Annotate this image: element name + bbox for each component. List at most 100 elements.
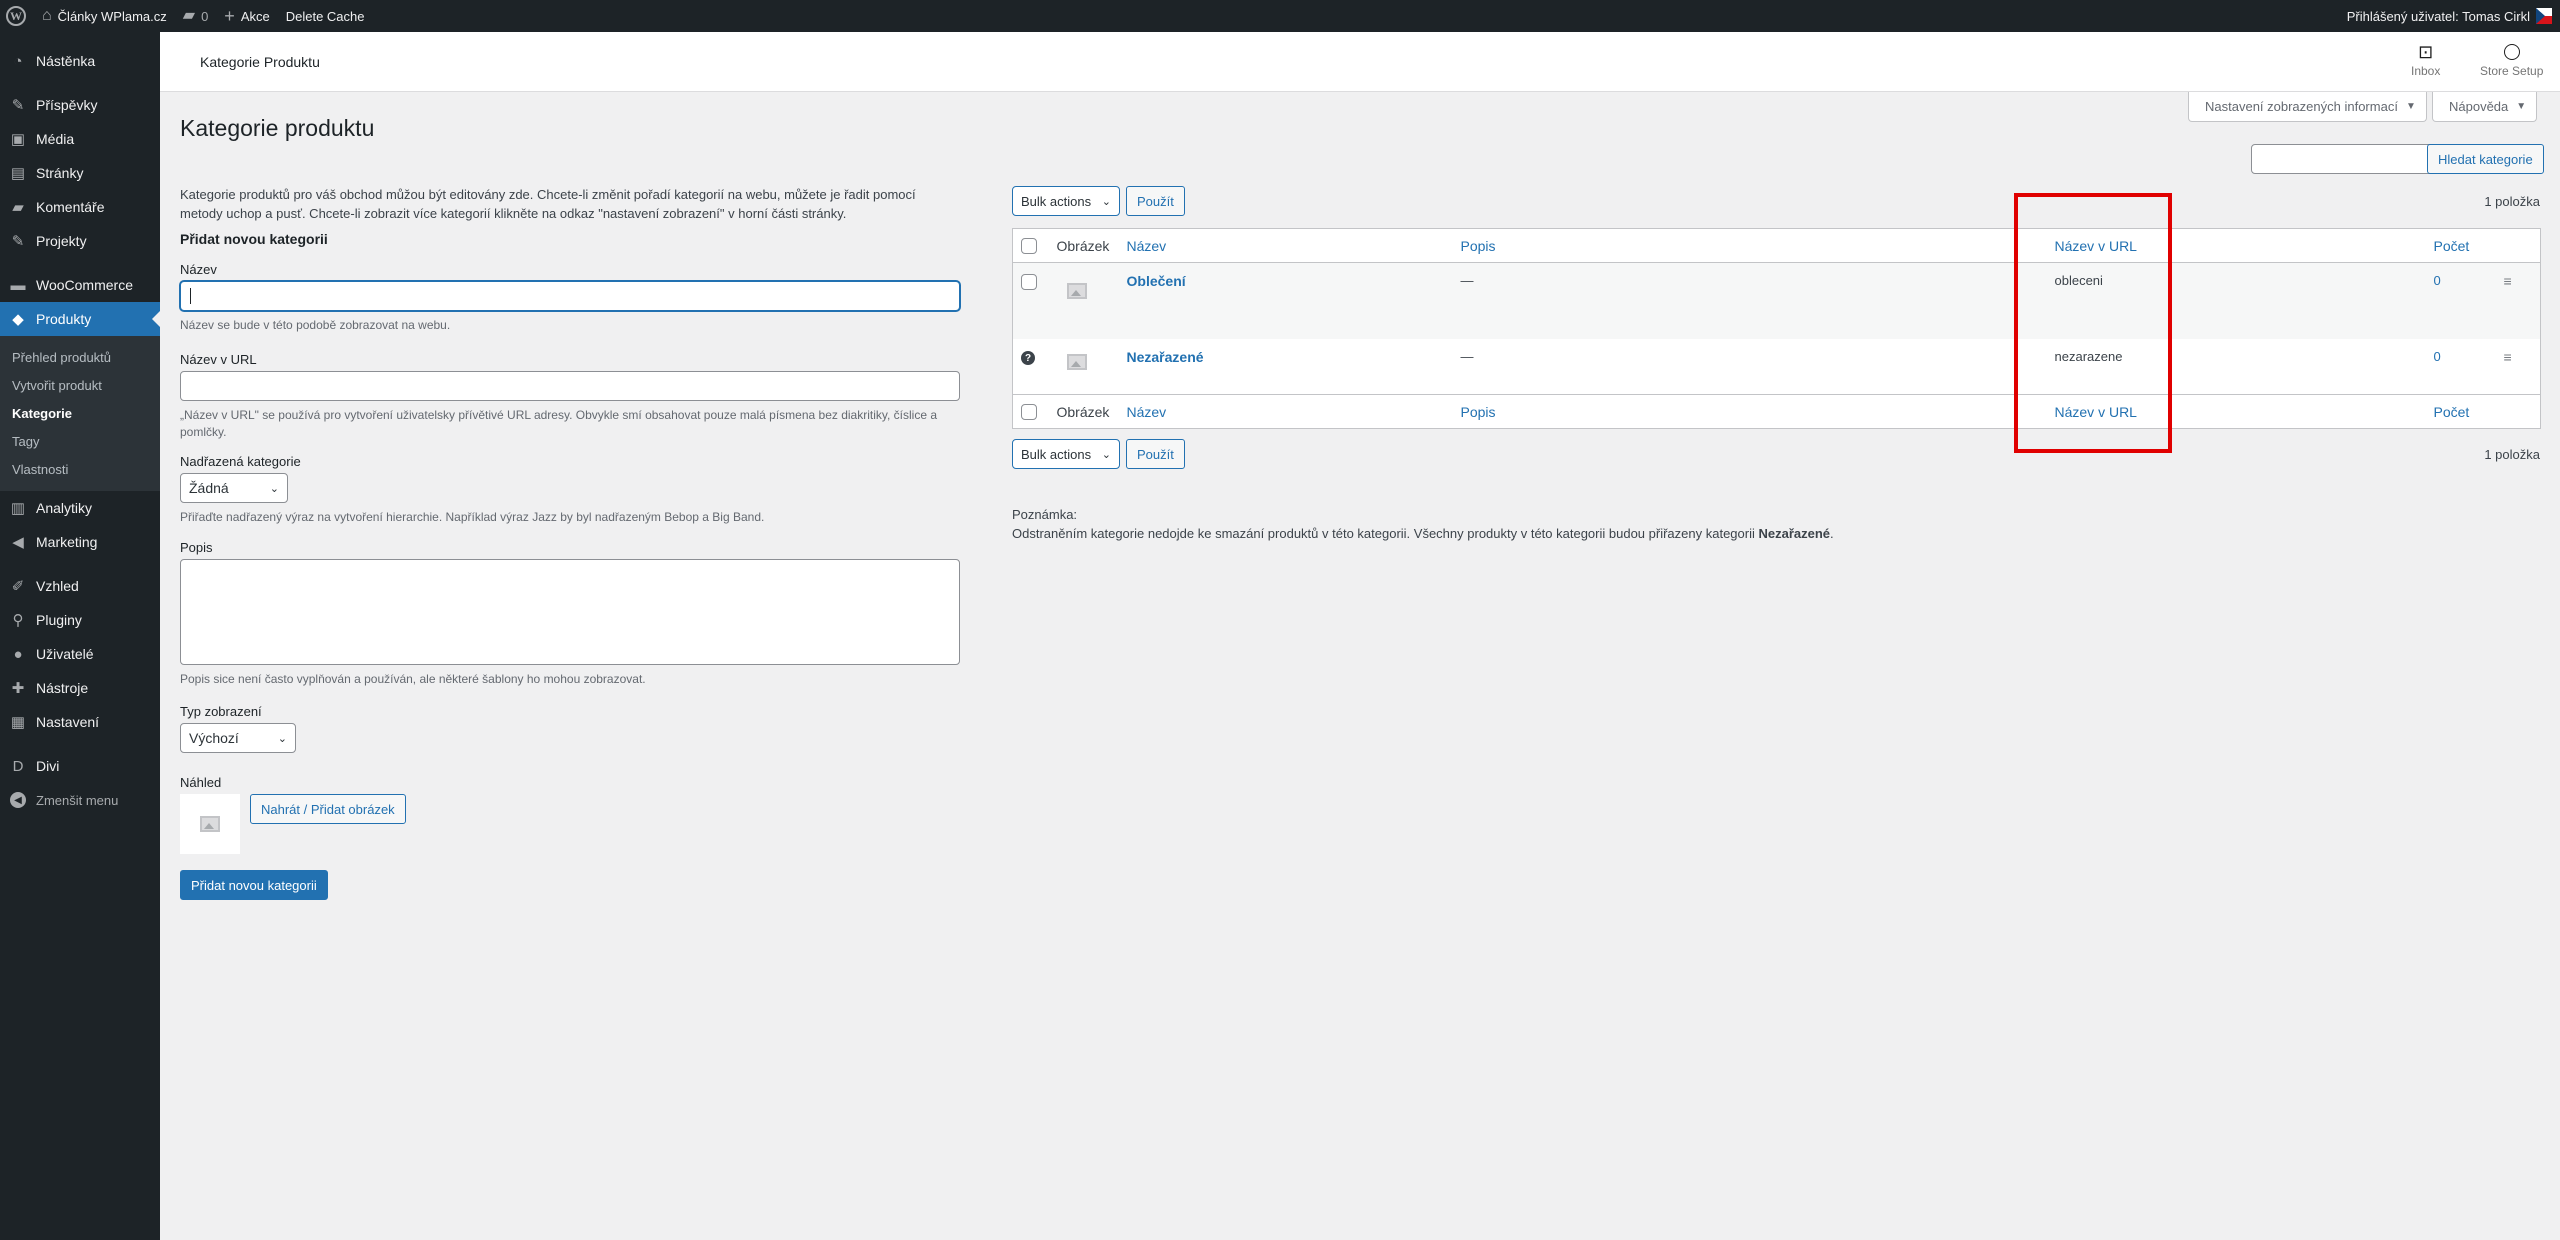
sidebar-item-label: Pluginy [36,612,82,628]
parent-select[interactable]: Žádná ⌄ [180,473,288,503]
wordpress-logo-menu[interactable]: W [0,0,34,32]
wordpress-logo-icon: W [6,6,26,26]
upload-image-button[interactable]: Nahrát / Přidat obrázek [250,794,406,824]
category-list: Bulk actions ⌄ Použít 1 položka Obrázek … [1012,180,2541,543]
item-count: 1 položka [2484,446,2540,462]
sidebar-item-plugins[interactable]: ⚲ Pluginy [0,603,160,637]
table-header-row: Obrázek Název Popis Název v URL Počet [1012,228,2541,263]
sidebar-item-label: Nástěnka [36,53,96,69]
bulk-actions-select[interactable]: Bulk actions ⌄ [1012,439,1120,469]
sidebar-item-divi[interactable]: D Divi [0,749,160,783]
select-all-checkbox[interactable] [1021,404,1037,421]
sidebar-item-label: Vzhled [36,578,79,594]
row-checkbox[interactable] [1021,273,1037,290]
highlight-annotation [2014,193,2172,453]
drag-handle-cell[interactable]: ≡ [2496,339,2541,395]
products-submenu: Přehled produktů Vytvořit produkt Katego… [0,336,160,491]
thumbnail-label: Náhled [180,775,222,790]
sidebar-item-woocommerce[interactable]: ▬ WooCommerce [0,268,160,302]
pin-icon: ✎ [11,97,25,114]
portfolio-icon: ✎ [11,233,25,250]
sidebar-item-projects[interactable]: ✎ Projekty [0,224,160,258]
sidebar-item-products[interactable]: ◆ Produkty [0,302,160,336]
apply-button[interactable]: Použít [1126,439,1185,469]
question-mark-icon[interactable]: ? [1021,351,1035,365]
comments-link[interactable]: ▰ 0 [175,0,217,32]
sidebar-item-media[interactable]: ▣ Média [0,122,160,156]
collapse-menu-button[interactable]: ◀ Zmenšit menu [0,783,160,817]
drag-handle-icon: ≡ [2503,273,2512,289]
slug-input[interactable] [180,371,960,401]
display-type-select[interactable]: Výchozí ⌄ [180,723,296,753]
submenu-item-categories[interactable]: Kategorie [0,399,160,427]
page-title: Kategorie produktu [180,115,375,141]
select-all-checkbox[interactable] [1021,238,1037,255]
sidebar-item-marketing[interactable]: ◀ Marketing [0,525,160,559]
drag-handle-cell[interactable]: ≡ [2495,262,2541,339]
woocommerce-header: Kategorie Produktu ⊡ Inbox Store Setup [160,32,2560,92]
sidebar-item-label: Stránky [36,165,84,181]
column-image: Obrázek [1048,394,1119,429]
search-categories-button[interactable]: Hledat kategorie [2427,144,2544,174]
sidebar-item-label: Uživatelé [36,646,94,662]
site-name-link[interactable]: ⌂ Články WPlama.cz [34,0,175,32]
screen-options-toggle[interactable]: Nastavení zobrazených informací ▼ [2188,92,2427,122]
slug-help: „Název v URL" se používá pro vytvoření u… [180,408,938,439]
submenu-item-tags[interactable]: Tagy [0,427,160,455]
submenu-item-add-product[interactable]: Vytvořit produkt [0,371,160,399]
apply-button[interactable]: Použít [1126,186,1185,216]
description-textarea[interactable] [180,559,960,665]
site-name: Články WPlama.cz [57,8,167,24]
sidebar-item-users[interactable]: ● Uživatelé [0,637,160,671]
sidebar-item-appearance[interactable]: ✐ Vzhled [0,569,160,603]
sidebar-item-posts[interactable]: ✎ Příspěvky [0,88,160,122]
column-description-sort[interactable]: Popis [1452,394,2047,429]
submenu-item-all-products[interactable]: Přehled produktů [0,343,160,371]
screen-options-label: Nastavení zobrazených informací [2205,99,2398,114]
column-count-sort[interactable]: Počet [2425,228,2496,263]
name-input[interactable] [180,281,960,311]
row-count-link[interactable]: 0 [2425,262,2496,339]
category-name-link[interactable]: Nezařazené [1127,349,1204,365]
name-help: Název se bude v této podobě zobrazovat n… [180,318,451,332]
parent-selected-value: Žádná [189,480,229,496]
chart-icon: ▥ [10,500,26,517]
delete-cache-link[interactable]: Delete Cache [278,0,373,32]
new-content-menu[interactable]: + Akce [216,0,277,32]
help-toggle[interactable]: Nápověda ▼ [2432,92,2538,122]
row-count-link[interactable]: 0 [2426,339,2496,395]
sidebar-item-settings[interactable]: ▦ Nastavení [0,705,160,739]
table-footer-row: Obrázek Název Popis Název v URL Počet [1012,394,2541,429]
sidebar-item-analytics[interactable]: ▥ Analytiky [0,491,160,525]
column-description-sort[interactable]: Popis [1452,228,2047,263]
submenu-item-attributes[interactable]: Vlastnosti [0,455,160,483]
sidebar-item-label: Analytiky [36,500,93,516]
inbox-button[interactable]: ⊡ Inbox [2411,42,2440,78]
bulk-actions-select[interactable]: Bulk actions ⌄ [1012,186,1120,216]
parent-help: Přiřaďte nadřazený výraz na vytvoření hi… [180,510,765,524]
column-count-sort[interactable]: Počet [2425,394,2496,429]
user-account-menu[interactable]: Přihlášený uživatel: Tomas Cirkl [2347,8,2560,24]
form-heading: Přidat novou kategorii [180,231,328,247]
sidebar-item-pages[interactable]: ▤ Stránky [0,156,160,190]
display-type-value: Výchozí [189,730,239,746]
column-name-sort[interactable]: Název [1118,228,1453,263]
plugin-icon: ⚲ [12,612,24,629]
comment-icon: ▰ [12,199,24,216]
bulk-actions-label: Bulk actions [1021,193,1092,209]
brush-icon: ✐ [11,578,25,595]
sidebar-item-label: Média [36,131,75,147]
note-title: Poznámka: [1012,507,1078,522]
sidebar-item-tools[interactable]: ✚ Nástroje [0,671,160,705]
image-placeholder-icon [1066,353,1087,370]
select-all-cell [1012,228,1049,263]
column-name-sort[interactable]: Název [1118,394,1453,429]
comments-count: 0 [201,8,209,24]
search-categories-label: Hledat kategorie [2438,151,2533,167]
sidebar-item-comments[interactable]: ▰ Komentáře [0,190,160,224]
category-name-link[interactable]: Oblečení [1127,273,1186,289]
add-category-submit-button[interactable]: Přidat novou kategorii [180,870,328,900]
store-setup-button[interactable]: Store Setup [2480,42,2543,78]
item-count: 1 položka [2484,193,2540,209]
sidebar-item-dashboard[interactable]: ◔ Nástěnka [0,44,160,78]
